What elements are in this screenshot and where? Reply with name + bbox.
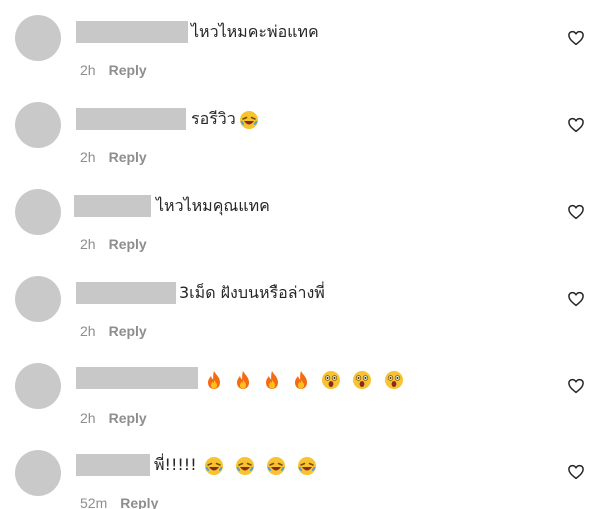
avatar[interactable] xyxy=(15,450,61,496)
comment-time: 2h xyxy=(80,149,96,165)
laughing-emoji-icon xyxy=(266,456,286,476)
comment-item: 2h Reply xyxy=(0,348,600,435)
fire-emoji-icon xyxy=(205,370,223,390)
like-heart-icon[interactable] xyxy=(567,116,585,134)
redacted-username[interactable] xyxy=(76,454,150,476)
comment-meta: 52m Reply xyxy=(80,494,158,509)
comment-text: รอรีวิว xyxy=(191,108,259,130)
reply-button[interactable]: Reply xyxy=(120,495,158,509)
astonished-emoji-icon xyxy=(384,370,404,390)
reply-button[interactable]: Reply xyxy=(109,149,147,165)
redacted-username[interactable] xyxy=(76,367,198,389)
avatar[interactable] xyxy=(15,363,61,409)
comment-time: 2h xyxy=(80,62,96,78)
comment-meta: 2h Reply xyxy=(80,61,147,79)
like-heart-icon[interactable] xyxy=(567,29,585,47)
fire-emoji-icon xyxy=(292,370,310,390)
comment-text-content: รอรีวิว xyxy=(191,109,236,128)
reply-button[interactable]: Reply xyxy=(109,62,147,78)
reply-button[interactable]: Reply xyxy=(109,410,147,426)
like-heart-icon[interactable] xyxy=(567,203,585,221)
fire-emoji-icon xyxy=(263,370,281,390)
like-heart-icon[interactable] xyxy=(567,290,585,308)
reply-button[interactable]: Reply xyxy=(109,323,147,339)
laughing-emoji-icon xyxy=(297,456,317,476)
avatar[interactable] xyxy=(15,276,61,322)
comment-item: พี่!!!!! 52m Reply xyxy=(0,435,600,509)
comment-text: ไหวไหมคะพ่อแทค xyxy=(191,22,319,41)
reply-button[interactable]: Reply xyxy=(109,236,147,252)
comment-meta: 2h Reply xyxy=(80,148,147,166)
redacted-username[interactable] xyxy=(76,108,186,130)
comment-item: รอรีวิว 2h Reply xyxy=(0,87,600,174)
laughing-emoji-icon xyxy=(204,456,224,476)
fire-emoji-icon xyxy=(234,370,252,390)
comment-text: ไหวไหมคุณแทค xyxy=(156,196,270,215)
comment-item: 3เม็ด ฝังบนหรือล่างพี่ 2h Reply xyxy=(0,261,600,348)
like-heart-icon[interactable] xyxy=(567,463,585,481)
avatar[interactable] xyxy=(15,15,61,61)
comment-time: 2h xyxy=(80,410,96,426)
comment-item: ไหวไหมคะพ่อแทค 2h Reply xyxy=(0,0,600,87)
astonished-emoji-icon xyxy=(352,370,372,390)
comment-time: 2h xyxy=(80,236,96,252)
comment-meta: 2h Reply xyxy=(80,235,147,253)
avatar[interactable] xyxy=(15,189,61,235)
comment-text: พี่!!!!! xyxy=(154,454,317,476)
comment-meta: 2h Reply xyxy=(80,409,147,427)
comment-meta: 2h Reply xyxy=(80,322,147,340)
laughing-emoji-icon xyxy=(235,456,255,476)
comment-text xyxy=(200,368,404,390)
redacted-username[interactable] xyxy=(76,282,176,304)
comment-time: 2h xyxy=(80,323,96,339)
comment-time: 52m xyxy=(80,495,108,509)
redacted-username[interactable] xyxy=(74,195,151,217)
avatar[interactable] xyxy=(15,102,61,148)
comment-item: ไหวไหมคุณแทค 2h Reply xyxy=(0,174,600,261)
astonished-emoji-icon xyxy=(321,370,341,390)
comment-text-content: พี่!!!!! xyxy=(154,455,197,474)
redacted-username[interactable] xyxy=(76,21,188,43)
comment-text: 3เม็ด ฝังบนหรือล่างพี่ xyxy=(179,283,325,302)
like-heart-icon[interactable] xyxy=(567,377,585,395)
laughing-emoji-icon xyxy=(239,110,259,130)
